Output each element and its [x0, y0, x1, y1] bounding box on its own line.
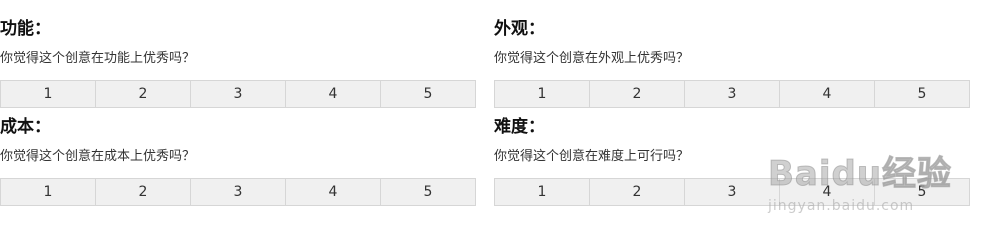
rating-option-4[interactable]: 4	[286, 81, 381, 107]
rating-option-1[interactable]: 1	[1, 81, 96, 107]
rating-option-1[interactable]: 1	[495, 81, 590, 107]
criterion-cost: 成本： 你觉得这个创意在成本上优秀吗？ 1 2 3 4 5	[0, 116, 482, 206]
rating-option-4[interactable]: 4	[286, 179, 381, 205]
rating-scale: 1 2 3 4 5	[0, 178, 476, 206]
rating-option-5[interactable]: 5	[875, 179, 969, 205]
criterion-question: 你觉得这个创意在外观上优秀吗？	[494, 51, 690, 66]
criterion-function: 功能： 你觉得这个创意在功能上优秀吗？ 1 2 3 4 5	[0, 18, 482, 108]
rating-option-2[interactable]: 2	[590, 81, 685, 107]
rating-option-2[interactable]: 2	[96, 179, 191, 205]
rating-form: 功能： 你觉得这个创意在功能上优秀吗？ 1 2 3 4 5 外观： 你觉得这个创…	[0, 0, 1000, 243]
criterion-question: 你觉得这个创意在成本上优秀吗？	[0, 149, 196, 164]
criterion-title: 外观：	[494, 19, 545, 39]
criterion-appearance: 外观： 你觉得这个创意在外观上优秀吗？ 1 2 3 4 5	[494, 18, 976, 108]
rating-scale: 1 2 3 4 5	[0, 80, 476, 108]
rating-option-2[interactable]: 2	[96, 81, 191, 107]
rating-scale: 1 2 3 4 5	[494, 178, 970, 206]
rating-option-5[interactable]: 5	[875, 81, 969, 107]
criterion-title: 功能：	[0, 19, 51, 39]
rating-option-3[interactable]: 3	[191, 179, 286, 205]
rating-option-3[interactable]: 3	[685, 81, 780, 107]
rating-option-4[interactable]: 4	[780, 179, 875, 205]
rating-option-4[interactable]: 4	[780, 81, 875, 107]
rating-option-3[interactable]: 3	[191, 81, 286, 107]
rating-option-3[interactable]: 3	[685, 179, 780, 205]
criterion-title: 难度：	[494, 117, 545, 137]
criterion-question: 你觉得这个创意在难度上可行吗？	[494, 149, 690, 164]
rating-option-5[interactable]: 5	[381, 179, 475, 205]
rating-option-5[interactable]: 5	[381, 81, 475, 107]
rating-option-1[interactable]: 1	[1, 179, 96, 205]
criterion-difficulty: 难度： 你觉得这个创意在难度上可行吗？ 1 2 3 4 5	[494, 116, 976, 206]
rating-option-2[interactable]: 2	[590, 179, 685, 205]
criterion-question: 你觉得这个创意在功能上优秀吗？	[0, 51, 196, 66]
rating-option-1[interactable]: 1	[495, 179, 590, 205]
rating-scale: 1 2 3 4 5	[494, 80, 970, 108]
criterion-title: 成本：	[0, 117, 51, 137]
